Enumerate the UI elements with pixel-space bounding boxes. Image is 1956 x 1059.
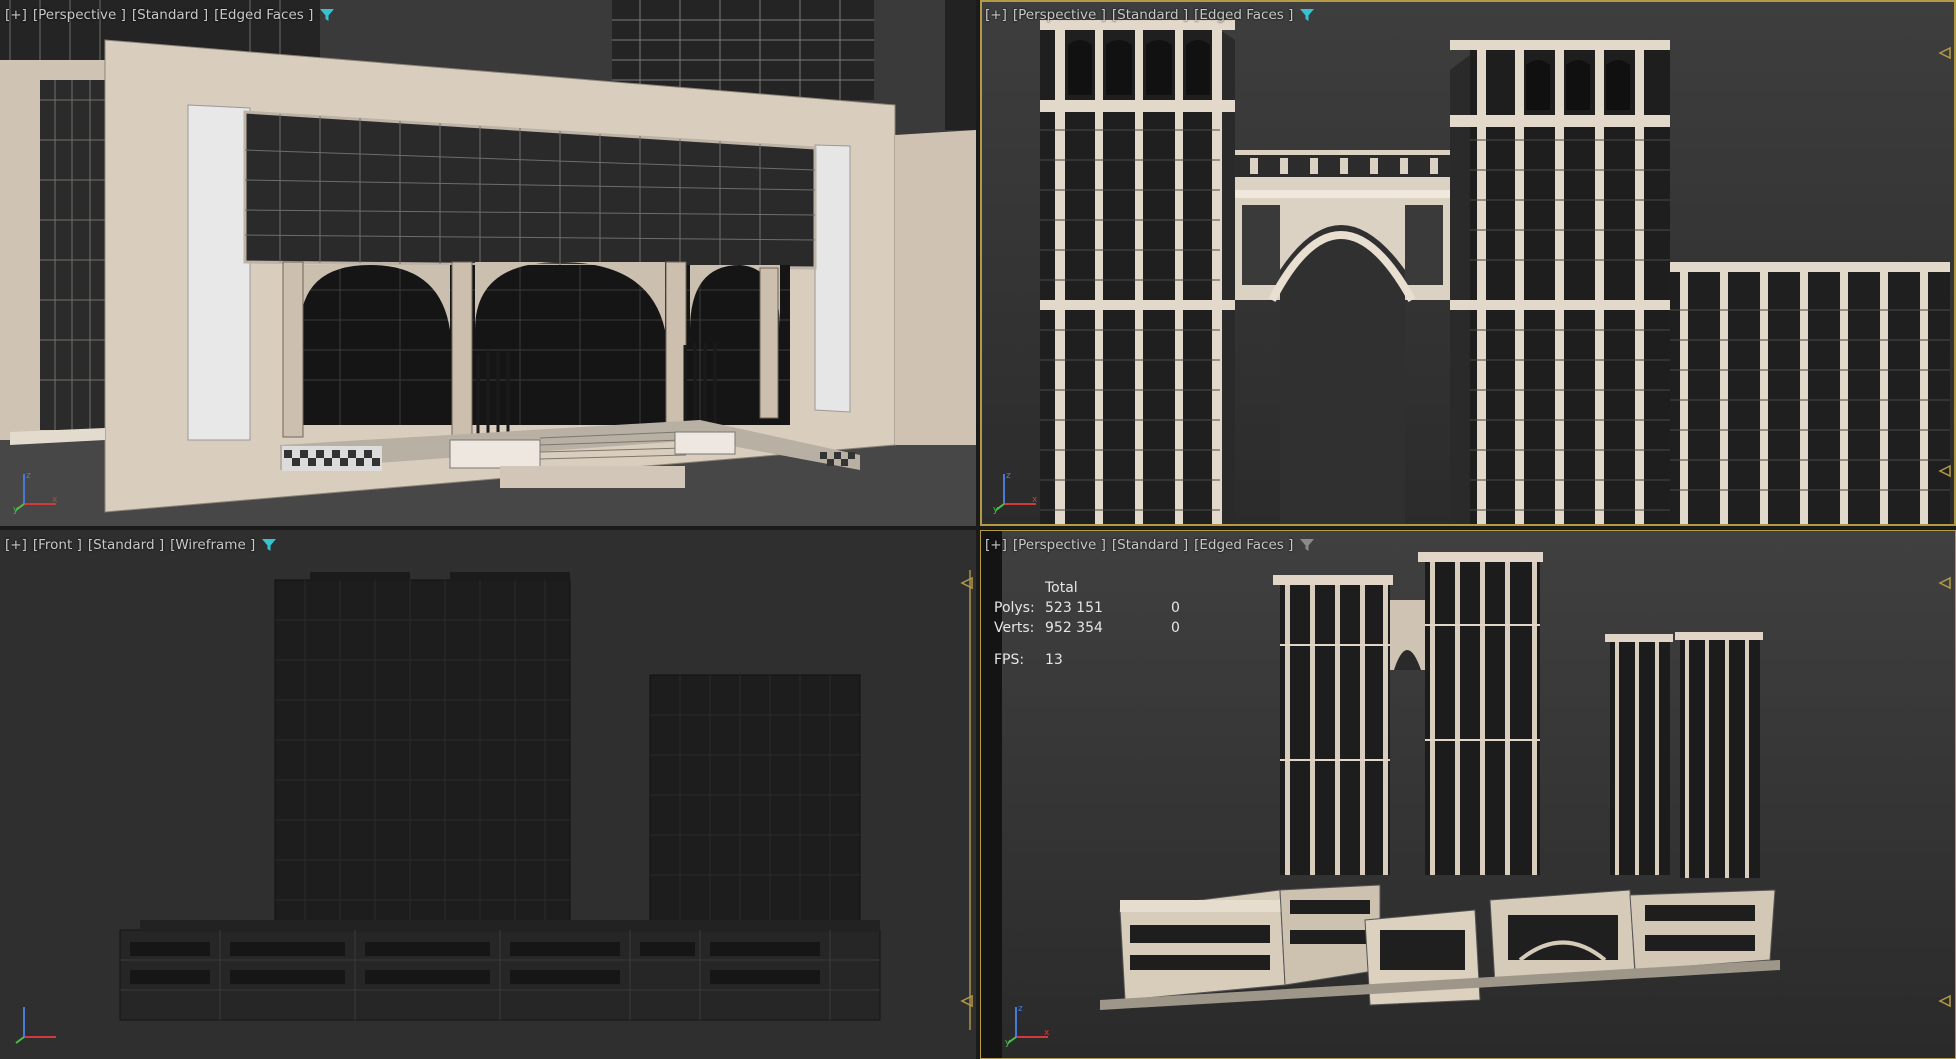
axis-gizmo-icon: z x y [1005,1004,1050,1047]
svg-text:x: x [52,495,58,505]
viewport-perspective-arch[interactable]: [+] [Perspective ] [Standard ] [Edged Fa… [980,0,1956,526]
statistics-overlay: Total Polys: 523 151 0 Verts: 952 354 0 … [994,578,1180,670]
viewport-edge-marker-icon [1938,46,1951,60]
filter-icon[interactable] [1299,537,1315,553]
viewport-divider-line [969,570,971,1030]
stats-polys-value: 523 151 [1045,600,1103,616]
viewport-edge-marker-icon [960,576,973,590]
viewport-edge-marker-icon [1938,576,1951,590]
wireframe-render [119,572,881,1021]
viewport-label[interactable]: [+] [Perspective ] [Standard ] [Edged Fa… [985,7,1315,23]
viewport-display-mode-menu[interactable]: [Wireframe ] [170,537,255,553]
viewport-plus-menu[interactable]: [+] [985,537,1007,553]
stats-polys-label: Polys: [994,600,1035,616]
svg-text:z: z [1018,1004,1023,1014]
viewport-display-mode-menu[interactable]: [Edged Faces ] [1194,7,1293,23]
axis-gizmo-icon [15,1007,56,1044]
arch-towers-render [1040,20,1950,526]
viewport-label[interactable]: [+] [Front ] [Standard ] [Wireframe ] [5,537,277,553]
svg-text:y: y [13,505,19,514]
svg-text:y: y [993,505,999,514]
filter-icon[interactable] [1299,7,1315,23]
viewport-shading-menu[interactable]: [Standard ] [88,537,164,553]
viewport-front-wireframe[interactable]: [+] [Front ] [Standard ] [Wireframe ] [0,530,976,1059]
viewport-plus-menu[interactable]: [+] [985,7,1007,23]
stats-fps-label: FPS: [994,652,1025,668]
viewport-view-menu[interactable]: [Front ] [33,537,82,553]
viewport-perspective-entrance[interactable]: [+] [Perspective ] [Standard ] [Edged Fa… [0,0,976,526]
stats-polys-row: Polys: 523 151 0 [994,598,1180,618]
viewport-edge-marker-icon [1938,994,1951,1008]
svg-text:z: z [1006,471,1011,481]
viewport-display-mode-menu[interactable]: [Edged Faces ] [214,7,313,23]
viewport-display-mode-menu[interactable]: [Edged Faces ] [1194,537,1293,553]
stats-fps-value: 13 [1045,652,1063,668]
viewport-edge-marker-icon [1938,464,1951,478]
stats-polys-selected: 0 [1171,600,1180,616]
stats-verts-row: Verts: 952 354 0 [994,618,1180,638]
viewport-label[interactable]: [+] [Perspective ] [Standard ] [Edged Fa… [5,7,335,23]
svg-text:x: x [1044,1028,1050,1038]
stats-verts-value: 952 354 [1045,620,1103,636]
filter-icon[interactable] [319,7,335,23]
viewport-plus-menu[interactable]: [+] [5,537,27,553]
entrance-render [0,0,976,526]
svg-text:z: z [26,471,31,481]
stats-verts-label: Verts: [994,620,1035,636]
viewport-shading-menu[interactable]: [Standard ] [1112,7,1188,23]
viewport-shading-menu[interactable]: [Standard ] [1112,537,1188,553]
stats-fps-row: FPS: 13 [994,650,1180,670]
viewport-perspective-overview[interactable]: [+] [Perspective ] [Standard ] [Edged Fa… [980,530,1956,1059]
svg-text:y: y [1005,1038,1011,1047]
viewport-label[interactable]: [+] [Perspective ] [Standard ] [Edged Fa… [985,537,1315,553]
filter-icon[interactable] [261,537,277,553]
stats-verts-selected: 0 [1171,620,1180,636]
viewport-view-menu[interactable]: [Perspective ] [1013,7,1106,23]
viewport-shading-menu[interactable]: [Standard ] [132,7,208,23]
stats-header: Total [1045,580,1078,596]
viewport-plus-menu[interactable]: [+] [5,7,27,23]
axis-gizmo-icon: z x y [13,471,58,514]
axis-gizmo-icon: z x y [993,471,1038,514]
viewport-edge-marker-icon [960,994,973,1008]
viewport-view-menu[interactable]: [Perspective ] [1013,537,1106,553]
svg-text:x: x [1032,495,1038,505]
viewport-view-menu[interactable]: [Perspective ] [33,7,126,23]
